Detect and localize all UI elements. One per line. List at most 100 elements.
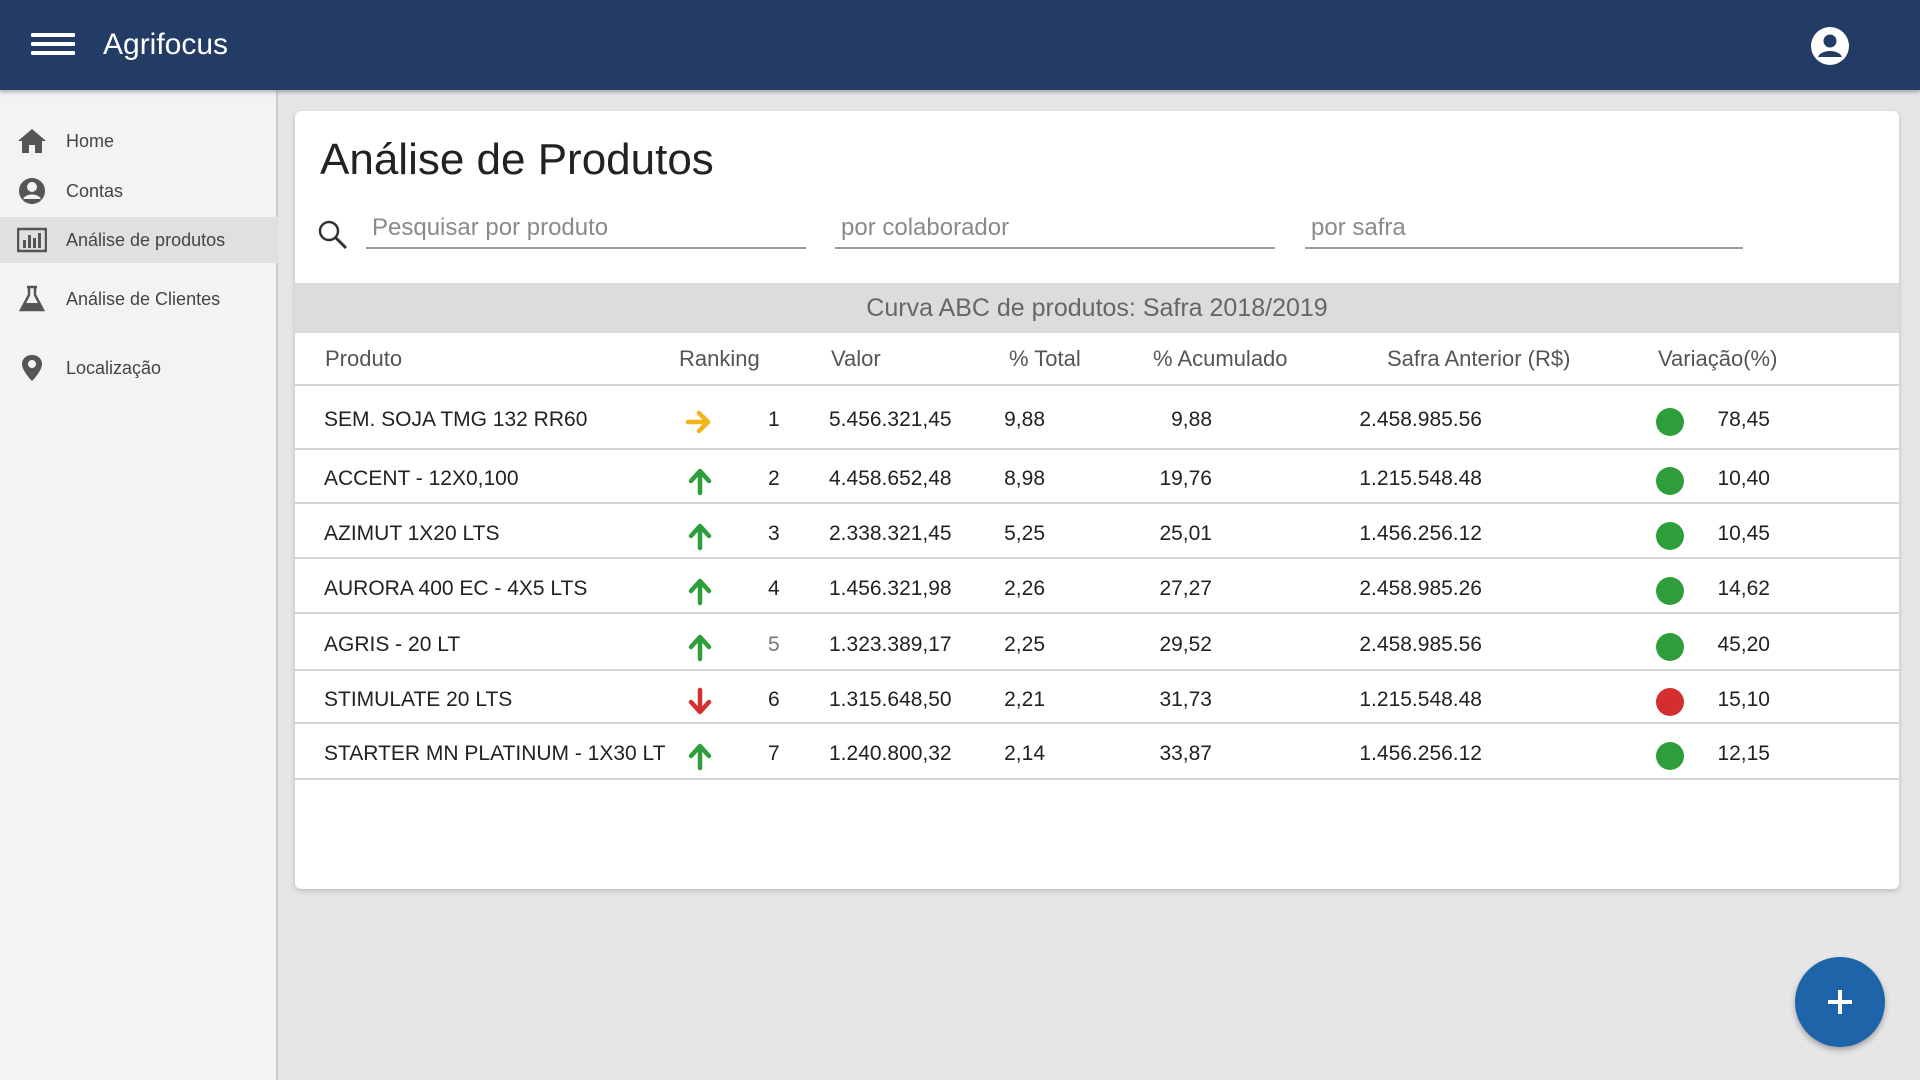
account-circle-icon <box>17 177 47 205</box>
column-header-produto: Produto <box>325 346 403 371</box>
cell-valor: 4.458.652,48 <box>829 467 952 490</box>
sidebar-item-analise-clientes[interactable]: Análise de Clientes <box>0 276 278 322</box>
sidebar-item-label: Localização <box>66 357 162 378</box>
table-row[interactable]: STARTER MN PLATINUM - 1X30 LT 7 1.240.80… <box>295 724 1899 780</box>
cell-valor: 2.338.321,45 <box>829 522 952 545</box>
cell-safra-anterior: 2.458.985.56 <box>1359 633 1482 656</box>
column-header-valor: Valor <box>831 346 881 371</box>
account-icon[interactable] <box>1810 26 1850 66</box>
cell-acumulado: 19,76 <box>1159 467 1212 490</box>
menu-icon[interactable] <box>31 33 75 57</box>
cell-produto: STIMULATE 20 LTS <box>324 688 513 711</box>
table-row[interactable]: STIMULATE 20 LTS 6 1.315.648,50 2,21 31,… <box>295 671 1899 724</box>
cell-ranking: 1 <box>768 408 780 431</box>
cell-acumulado: 27,27 <box>1159 577 1212 600</box>
sidebar-item-label: Análise de produtos <box>66 229 226 250</box>
cell-produto: ACCENT - 12X0,100 <box>324 467 519 490</box>
cell-produto: SEM. SOJA TMG 132 RR60 <box>324 408 588 431</box>
cell-produto: AZIMUT 1X20 LTS <box>324 522 500 545</box>
status-dot <box>1656 408 1684 436</box>
page-title: Análise de Produtos <box>320 135 714 184</box>
sidebar-item-label: Home <box>66 130 115 151</box>
app-bar: Agrifocus <box>0 0 1920 90</box>
cell-acumulado: 31,73 <box>1159 688 1212 711</box>
cell-total: 2,14 <box>1004 742 1045 765</box>
cell-safra-anterior: 1.456.256.12 <box>1359 742 1482 765</box>
table-row[interactable]: AGRIS - 20 LT 5 1.323.389,17 2,25 29,52 … <box>295 614 1899 671</box>
map-pin-icon <box>17 354 47 382</box>
status-dot <box>1656 522 1684 550</box>
sidebar-item-home[interactable]: Home <box>0 118 278 164</box>
cell-safra-anterior: 1.456.256.12 <box>1359 522 1482 545</box>
arrow-up-icon <box>685 632 715 662</box>
arrow-down-icon <box>685 687 715 717</box>
table-row[interactable]: SEM. SOJA TMG 132 RR60 1 5.456.321,45 9,… <box>295 386 1899 450</box>
cell-ranking: 6 <box>768 688 780 711</box>
cell-ranking: 2 <box>768 467 780 490</box>
cell-valor: 1.315.648,50 <box>829 688 952 711</box>
sidebar-item-label: Contas <box>66 180 124 201</box>
cell-safra-anterior: 1.215.548.48 <box>1359 688 1482 711</box>
cell-valor: 1.240.800,32 <box>829 742 952 765</box>
sidebar-item-label: Análise de Clientes <box>66 288 221 309</box>
flask-icon <box>17 285 47 313</box>
status-dot <box>1656 467 1684 495</box>
cell-safra-anterior: 2.458.985.26 <box>1359 577 1482 600</box>
collaborator-filter-input[interactable] <box>835 209 1275 249</box>
cell-variacao: 15,10 <box>1717 688 1770 711</box>
search-icon <box>317 219 349 251</box>
status-dot <box>1656 577 1684 605</box>
cell-ranking: 7 <box>768 742 780 765</box>
add-button[interactable] <box>1795 957 1885 1047</box>
bar-chart-icon <box>16 226 48 254</box>
status-dot <box>1656 742 1684 770</box>
table-row[interactable]: AURORA 400 EC - 4X5 LTS 4 1.456.321,98 2… <box>295 559 1899 614</box>
cell-acumulado: 25,01 <box>1159 522 1212 545</box>
cell-produto: STARTER MN PLATINUM - 1X30 LT <box>324 742 666 765</box>
cell-valor: 1.456.321,98 <box>829 577 952 600</box>
harvest-filter-input[interactable] <box>1305 209 1743 249</box>
column-header-total: % Total <box>1009 346 1081 371</box>
cell-variacao: 10,45 <box>1717 522 1770 545</box>
cell-safra-anterior: 2.458.985.56 <box>1359 408 1482 431</box>
table-row[interactable]: AZIMUT 1X20 LTS 3 2.338.321,45 5,25 25,0… <box>295 504 1899 559</box>
product-analysis-card: Análise de Produtos Curva ABC de produto… <box>295 111 1899 889</box>
cell-ranking: 3 <box>768 522 780 545</box>
row-divider <box>295 778 1899 780</box>
cell-total: 2,21 <box>1004 688 1045 711</box>
arrow-up-icon <box>685 466 715 496</box>
cell-produto: AGRIS - 20 LT <box>324 633 461 656</box>
cell-valor: 5.456.321,45 <box>829 408 952 431</box>
cell-acumulado: 29,52 <box>1159 633 1212 656</box>
cell-variacao: 45,20 <box>1717 633 1770 656</box>
status-dot <box>1656 633 1684 661</box>
cell-ranking: 5 <box>768 633 780 656</box>
column-header-ranking: Ranking <box>679 346 760 371</box>
sidebar-item-analise-produtos[interactable]: Análise de produtos <box>0 217 278 263</box>
column-header-variacao: Variação(%) <box>1658 346 1778 371</box>
cell-variacao: 14,62 <box>1717 577 1770 600</box>
app-title: Agrifocus <box>103 28 229 61</box>
cell-total: 2,25 <box>1004 633 1045 656</box>
sidebar-item-contas[interactable]: Contas <box>0 168 278 214</box>
column-header-acumulado: % Acumulado <box>1153 346 1288 371</box>
cell-ranking: 4 <box>768 577 780 600</box>
status-dot <box>1656 688 1684 716</box>
cell-variacao: 78,45 <box>1717 408 1770 431</box>
arrow-up-icon <box>685 741 715 771</box>
sidebar: Home Contas Análise de produtos Análise … <box>0 90 278 1080</box>
cell-valor: 1.323.389,17 <box>829 633 952 656</box>
cell-safra-anterior: 1.215.548.48 <box>1359 467 1482 490</box>
arrow-right-icon <box>685 407 715 437</box>
sidebar-item-localizacao[interactable]: Localização <box>0 345 278 391</box>
cell-acumulado: 33,87 <box>1159 742 1212 765</box>
cell-total: 9,88 <box>1004 408 1045 431</box>
cell-produto: AURORA 400 EC - 4X5 LTS <box>324 577 588 600</box>
product-search-input[interactable] <box>366 209 806 249</box>
column-header-safra-anterior: Safra Anterior (R$) <box>1387 346 1571 371</box>
arrow-up-icon <box>685 521 715 551</box>
cell-total: 5,25 <box>1004 522 1045 545</box>
cell-total: 8,98 <box>1004 467 1045 490</box>
table-row[interactable]: ACCENT - 12X0,100 2 4.458.652,48 8,98 19… <box>295 450 1899 504</box>
home-icon <box>17 127 47 155</box>
